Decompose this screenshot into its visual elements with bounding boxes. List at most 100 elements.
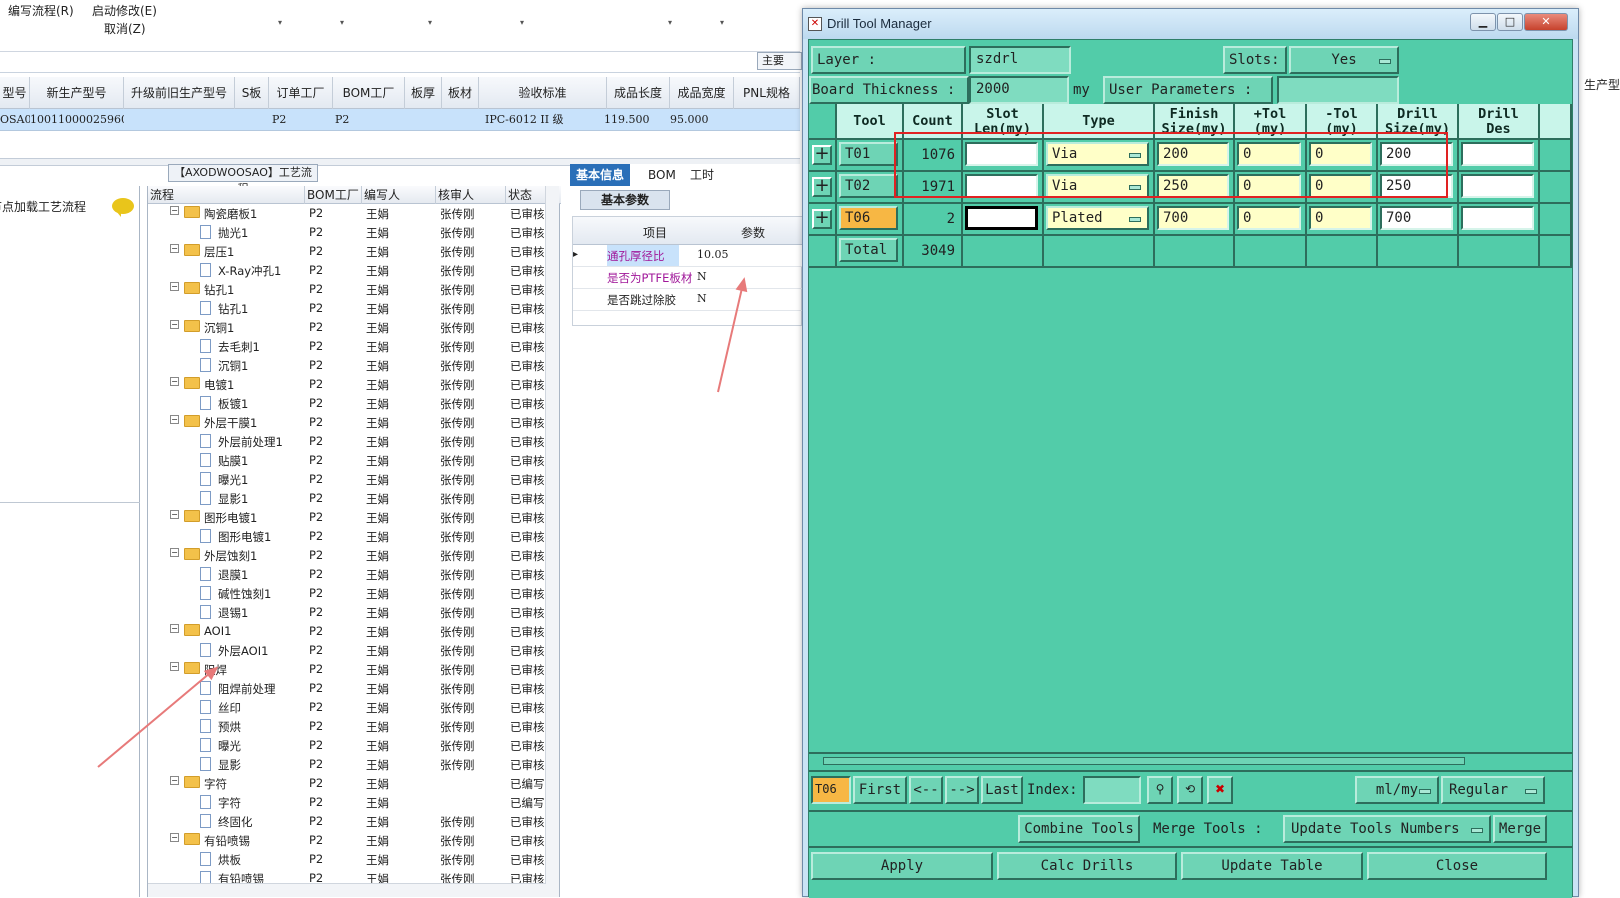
tree-row[interactable]: − 沉铜1 P2 王娟 张传刚 已审核	[148, 318, 546, 337]
tree-row[interactable]: 终固化 P2 王娟 张传刚 已审核	[148, 812, 546, 831]
col-header[interactable]: BOM工厂	[305, 186, 362, 204]
tree-row[interactable]: 曝光 P2 王娟 张传刚 已审核	[148, 736, 546, 755]
tree-row[interactable]: − 外层干膜1 P2 王娟 张传刚 已审核	[148, 413, 546, 432]
tree-row[interactable]: − 陶瓷磨板1 P2 王娟 张传刚 已审核	[148, 204, 546, 223]
dropdown-arrow-icon[interactable]: ▾	[428, 18, 432, 27]
layer-field[interactable]: szdrl	[969, 46, 1071, 74]
tree-row[interactable]: X-Ray冲孔1 P2 王娟 张传刚 已审核	[148, 261, 546, 280]
tree-row[interactable]: 图形电镀1 P2 王娟 张传刚 已审核	[148, 527, 546, 546]
col-header[interactable]: 板材	[442, 77, 479, 109]
collapse-toggle-icon[interactable]: −	[170, 548, 179, 557]
col-header[interactable]: 参数	[741, 224, 765, 241]
type-select[interactable]: Plated	[1046, 206, 1149, 230]
tool-button[interactable]: T01	[839, 142, 898, 166]
col-header[interactable]: 型号	[0, 77, 30, 109]
table-row[interactable]: 是否跳过除胶 N	[573, 289, 803, 311]
tree-row[interactable]: 碱性蚀刻1 P2 王娟 张传刚 已审核	[148, 584, 546, 603]
expand-plus-icon[interactable]: +	[812, 209, 832, 229]
update-table-button[interactable]: Update Table	[1181, 852, 1363, 880]
tree-row[interactable]: − AOI1 P2 王娟 张传刚 已审核	[148, 622, 546, 641]
load-flow-label[interactable]: 节点加载工艺流程	[0, 198, 86, 215]
tree-row[interactable]: 贴膜1 P2 王娟 张传刚 已审核	[148, 451, 546, 470]
plus-tol-field[interactable]: 0	[1237, 206, 1301, 230]
tree-row[interactable]: 退锡1 P2 王娟 张传刚 已审核	[148, 603, 546, 622]
close-icon[interactable]: ✕	[1524, 13, 1568, 31]
tree-row[interactable]: − 图形电镀1 P2 王娟 张传刚 已审核	[148, 508, 546, 527]
tree-row[interactable]: 抛光1 P2 王娟 张传刚 已审核	[148, 223, 546, 242]
col-header[interactable]: S板	[235, 77, 269, 109]
col-header[interactable]: 成品长度	[607, 77, 670, 109]
mode-select[interactable]: Regular	[1441, 776, 1545, 804]
tree-row[interactable]: 显影 P2 王娟 张传刚 已审核	[148, 755, 546, 774]
param-value[interactable]: N	[697, 292, 707, 305]
col-header[interactable]: 状态	[506, 186, 546, 204]
tool-button[interactable]: T06	[839, 206, 898, 230]
units-select[interactable]: ml/my	[1355, 776, 1439, 804]
user-params-field[interactable]	[1277, 76, 1399, 104]
merge-button[interactable]: Merge	[1493, 815, 1547, 843]
tree-row[interactable]: − 有铅喷锡 P2 王娟 张传刚 已审核	[148, 831, 546, 850]
collapse-toggle-icon[interactable]: −	[170, 776, 179, 785]
tab-hours[interactable]: 工时	[684, 164, 720, 186]
collapse-toggle-icon[interactable]: −	[170, 244, 179, 253]
collapse-toggle-icon[interactable]: −	[170, 415, 179, 424]
col-header[interactable]: 流程	[148, 186, 305, 204]
tree-row[interactable]: 预烘 P2 王娟 张传刚 已审核	[148, 717, 546, 736]
col-header[interactable]: PNL规格	[734, 77, 800, 109]
dropdown-arrow-icon[interactable]: ▾	[520, 18, 524, 27]
col-header[interactable]: 核审人	[436, 186, 506, 204]
menu-item-cancel[interactable]: 取消(Z)	[104, 20, 146, 37]
dropdown-arrow-icon[interactable]: ▾	[340, 18, 344, 27]
table-row[interactable]: 是否为PTFE板材 N	[573, 267, 803, 289]
combine-tools-button[interactable]: Combine Tools	[1018, 815, 1140, 843]
tree-row[interactable]: 丝印 P2 王娟 张传刚 已审核	[148, 698, 546, 717]
collapse-toggle-icon[interactable]: −	[170, 662, 179, 671]
slots-select[interactable]: Yes	[1289, 46, 1399, 74]
collapse-toggle-icon[interactable]: −	[170, 377, 179, 386]
tree-row[interactable]: 显影1 P2 王娟 张传刚 已审核	[148, 489, 546, 508]
expand-plus-icon[interactable]: +	[812, 177, 832, 197]
horizontal-scrollbar[interactable]	[809, 752, 1572, 768]
tree-row[interactable]: 字符 P2 王娟 已编写	[148, 793, 546, 812]
maximize-icon[interactable]: □	[1497, 13, 1523, 31]
tree-row[interactable]: 阻焊前处理 P2 王娟 张传刚 已审核	[148, 679, 546, 698]
expand-plus-icon[interactable]: +	[812, 145, 832, 165]
title-bar[interactable]: ✕ Drill Tool Manager ▁ □ ✕	[803, 9, 1578, 39]
first-button[interactable]: First	[853, 776, 907, 804]
col-header[interactable]: 升级前旧生产型号	[124, 77, 235, 109]
collapse-toggle-icon[interactable]: −	[170, 833, 179, 842]
tree-row[interactable]: 去毛刺1 P2 王娟 张传刚 已审核	[148, 337, 546, 356]
collapse-toggle-icon[interactable]: −	[170, 510, 179, 519]
param-value[interactable]: 10.05	[697, 248, 729, 261]
dropdown-arrow-icon[interactable]: ▾	[668, 18, 672, 27]
tree-row[interactable]: 退膜1 P2 王娟 张传刚 已审核	[148, 565, 546, 584]
collapse-toggle-icon[interactable]: −	[170, 624, 179, 633]
dropdown-arrow-icon[interactable]: ▾	[278, 18, 282, 27]
dropdown-arrow-icon[interactable]: ▾	[720, 18, 724, 27]
prev-button[interactable]: <--	[909, 776, 943, 804]
tree-row[interactable]: 烘板 P2 王娟 张传刚 已审核	[148, 850, 546, 869]
col-header[interactable]: BOM工厂	[333, 77, 405, 109]
scroll-thumb[interactable]	[823, 757, 1465, 765]
tree-row[interactable]: − 外层蚀刻1 P2 王娟 张传刚 已审核	[148, 546, 546, 565]
sub-tab-label[interactable]: 基本参数	[580, 190, 670, 210]
collapse-toggle-icon[interactable]: −	[170, 206, 179, 215]
tree-row[interactable]: 外层AOI1 P2 王娟 张传刚 已审核	[148, 641, 546, 660]
col-header[interactable]: 项目	[643, 224, 667, 241]
tab-main[interactable]: 主要	[757, 52, 802, 70]
menu-item-write-flow[interactable]: 编写流程(R)	[8, 2, 74, 19]
tab-bom[interactable]: BOM	[642, 164, 682, 186]
last-button[interactable]: Last	[981, 776, 1023, 804]
table-row[interactable]: OSA0 10011000025960 P2 P2 IPC-6012 II 级 …	[0, 109, 800, 131]
calc-drills-button[interactable]: Calc Drills	[997, 852, 1177, 880]
next-button[interactable]: -->	[945, 776, 979, 804]
col-header[interactable]: 编写人	[362, 186, 436, 204]
drill-des-field[interactable]	[1461, 206, 1534, 230]
minimize-icon[interactable]: ▁	[1470, 13, 1496, 31]
minus-tol-field[interactable]: 0	[1309, 206, 1372, 230]
current-tool-field[interactable]: T06	[811, 776, 851, 804]
collapse-toggle-icon[interactable]: −	[170, 282, 179, 291]
menu-item-start-modify[interactable]: 启动修改(E)	[92, 2, 157, 19]
collapse-toggle-icon[interactable]: −	[170, 320, 179, 329]
vertical-scrollbar[interactable]	[545, 186, 559, 897]
